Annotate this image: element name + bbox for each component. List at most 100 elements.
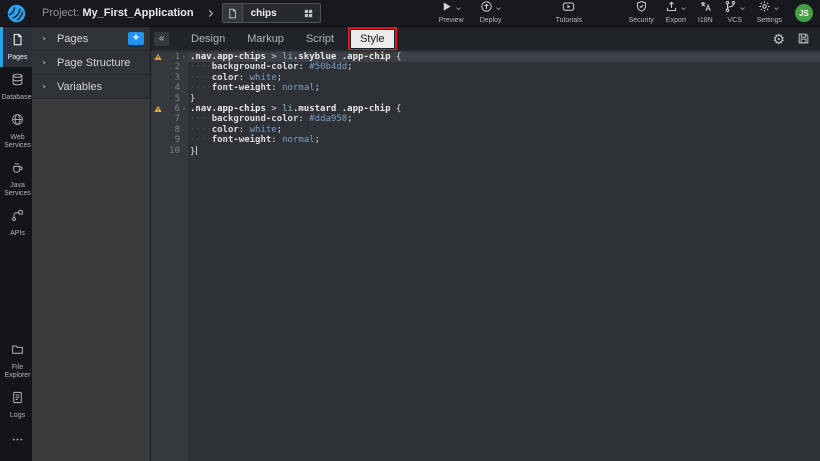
security-button[interactable]: Security (629, 2, 654, 24)
code-token: { (391, 104, 402, 114)
code-token: ···· (190, 62, 212, 72)
chevron-down-icon (495, 5, 502, 12)
panel-section-page-structure[interactable]: Page Structure (32, 51, 150, 75)
line-number: 10 (164, 146, 180, 156)
line-number: 3 (164, 73, 180, 83)
grid-icon[interactable] (303, 8, 320, 19)
editor-area: « DesignMarkupScript Style ⚙ 1-23456-7891… (151, 27, 820, 461)
code-token: ···· (190, 135, 212, 145)
deploy-button[interactable]: Deploy (480, 2, 502, 24)
line-number: 6 (164, 104, 180, 114)
code-token: normal (282, 135, 315, 145)
save-icon[interactable] (797, 32, 810, 45)
editor-tab-bar: « DesignMarkupScript Style ⚙ (151, 27, 820, 50)
code-line[interactable]: ····font-weight: normal; (188, 83, 820, 93)
preview-button[interactable]: Preview (439, 2, 464, 24)
sidebar-item-file-explorer[interactable]: File Explorer (0, 337, 32, 385)
tab-markup[interactable]: Markup (236, 29, 295, 49)
panel-section-pages[interactable]: Pages+ (32, 27, 150, 51)
code-line[interactable]: .nav.app-chips > li.mustard .app-chip { (188, 104, 820, 114)
fold-marker[interactable]: - (180, 104, 188, 114)
sidebar-item-databases[interactable]: Databases (0, 67, 32, 107)
i18n-button[interactable]: I18N (698, 2, 713, 24)
code-token: #dda950 (309, 114, 347, 124)
pages-panel: Pages+Page StructureVariables (32, 27, 151, 461)
chevron-right-icon (206, 9, 215, 18)
translate-icon (699, 0, 712, 18)
add-page-button[interactable]: + (128, 32, 144, 45)
line-number: 5 (164, 94, 180, 104)
user-avatar[interactable]: JS (795, 4, 813, 22)
project-name: My_First_Application (82, 7, 193, 19)
vcs-button[interactable]: VCS (724, 2, 746, 24)
style-settings-gear-icon[interactable]: ⚙ (772, 32, 785, 46)
coffee-icon (11, 161, 24, 179)
gutter-row: 8 (151, 125, 188, 135)
code-token: ; (347, 114, 352, 124)
sidebar-item-web-services[interactable]: Web Services (0, 107, 32, 155)
code-line[interactable]: ····background-color: #dda950; (188, 114, 820, 124)
sidebar-item-apis[interactable]: APIs (0, 203, 32, 243)
code-token: color (212, 73, 239, 83)
line-number: 4 (164, 83, 180, 93)
gutter-row: 10 (151, 146, 188, 156)
sidebar-item-label: Web Services (2, 134, 34, 150)
action-label: Deploy (480, 17, 502, 24)
editor-toolbar: ⚙ (772, 32, 820, 46)
top-bar: Project: My_First_Application chips Prev… (0, 0, 820, 27)
left-icon-sidebar: Pages Databases Web Services Java ServicesA… (0, 27, 32, 461)
code-token: .app-chip (342, 52, 391, 62)
code-token: ; (315, 83, 320, 93)
code-token: li (282, 104, 293, 114)
code-token: #50b4dd (309, 62, 347, 72)
gutter-row: 2 (151, 62, 188, 72)
action-label: Security (629, 17, 654, 24)
code-line[interactable]: ····background-color: #50b4dd; (188, 62, 820, 72)
app-logo[interactable] (0, 0, 32, 27)
caret-right-icon (41, 59, 48, 66)
code-token: : (298, 114, 309, 124)
code-line[interactable]: ····color: white; (188, 73, 820, 83)
code-token: : (271, 135, 282, 145)
fold-marker[interactable]: - (180, 52, 188, 62)
chevron-down-icon (680, 5, 687, 12)
tutorials-button[interactable]: Tutorials (556, 2, 583, 24)
sidebar-item-label: Databases (2, 94, 34, 102)
logs-icon (11, 391, 24, 409)
globe-icon (11, 113, 24, 131)
action-label: Settings (757, 17, 782, 24)
open-page-tab[interactable]: chips (222, 3, 321, 23)
action-label: Preview (439, 17, 464, 24)
code-line[interactable]: ····color: white; (188, 125, 820, 135)
code-token: { (391, 52, 402, 62)
tab-design[interactable]: Design (180, 29, 236, 49)
line-number: 9 (164, 135, 180, 145)
code-line[interactable]: .nav.app-chips > li.skyblue .app-chip { (188, 52, 820, 62)
gutter-row: 1- (151, 52, 188, 62)
code-token: .mustard (293, 104, 336, 114)
code-token: li (282, 52, 293, 62)
code-line[interactable]: } (188, 94, 820, 104)
sidebar-item-pages[interactable]: Pages (0, 27, 32, 67)
code-token: background-color (212, 114, 299, 124)
sidebar-more-button[interactable] (0, 425, 32, 461)
wavemaker-studio-window: Project: My_First_Application chips Prev… (0, 0, 820, 461)
code-token: ; (277, 125, 282, 135)
code-token: ···· (190, 73, 212, 83)
folder-icon (11, 343, 24, 361)
sidebar-item-label: File Explorer (2, 364, 34, 380)
panel-section-variables[interactable]: Variables (32, 75, 150, 99)
tab-style[interactable]: Style (351, 30, 393, 48)
code-token: ···· (190, 114, 212, 124)
code-token: ; (347, 62, 352, 72)
code-line[interactable]: } (188, 146, 820, 156)
sidebar-item-logs[interactable]: Logs (0, 385, 32, 425)
line-number: 8 (164, 125, 180, 135)
settings-button[interactable]: Settings (757, 2, 782, 24)
tab-script[interactable]: Script (295, 29, 345, 49)
collapse-panel-button[interactable]: « (154, 32, 169, 46)
code-line[interactable]: ····font-weight: normal; (188, 135, 820, 145)
style-code-editor[interactable]: 1-23456-78910 .nav.app-chips > li.skyblu… (151, 50, 820, 461)
export-button[interactable]: Export (665, 2, 687, 24)
sidebar-item-java-services[interactable]: Java Services (0, 155, 32, 203)
